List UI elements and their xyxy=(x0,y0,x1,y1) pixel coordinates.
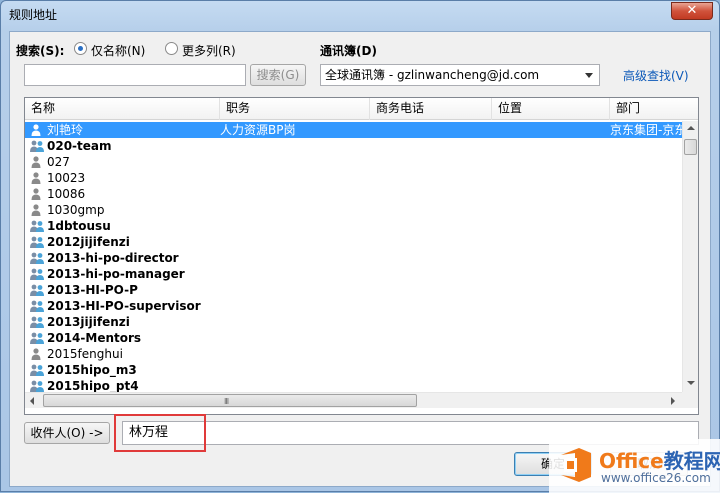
watermark-url: www.office26.com xyxy=(601,471,711,485)
list-item-name: 027 xyxy=(47,155,70,169)
rules-address-dialog: 规则地址 ✕ 搜索(S): 仅名称(N) 更多列(R) 搜索(G) 通讯簿(D)… xyxy=(0,0,720,493)
horizontal-scrollbar[interactable]: III xyxy=(25,392,682,408)
list-item[interactable]: 2013-hi-po-manager xyxy=(25,266,682,282)
watermark-brand-orange: Office xyxy=(599,449,664,473)
group-icon xyxy=(30,252,44,264)
search-label: 搜索(S): xyxy=(16,44,65,58)
list-item[interactable]: 2014-Mentors xyxy=(25,330,682,346)
horizontal-scroll-thumb[interactable]: III xyxy=(43,394,417,407)
recipient-button[interactable]: 收件人(O) -> xyxy=(24,422,110,444)
advanced-find-link[interactable]: 高级查找(V) xyxy=(623,67,689,84)
radio-name-only-label[interactable]: 仅名称(N) xyxy=(91,42,145,59)
list-item[interactable]: 2015fenghui xyxy=(25,346,682,362)
list-item-name: 2015fenghui xyxy=(47,347,123,361)
watermark-title: Office教程网 xyxy=(599,445,720,474)
group-icon xyxy=(30,220,44,232)
group-icon xyxy=(30,364,44,376)
watermark-brand-blue: 教程网 xyxy=(663,449,720,473)
user-icon xyxy=(31,348,41,360)
list-item-name: 2013-HI-PO-supervisor xyxy=(47,299,201,313)
list-item[interactable]: 2013-hi-po-director xyxy=(25,250,682,266)
list-item-name: 2014-Mentors xyxy=(47,331,142,345)
user-icon xyxy=(31,172,41,184)
watermark: Office教程网 www.office26.com xyxy=(549,439,720,493)
address-book-label: 通讯簿(D) xyxy=(320,44,377,58)
user-icon xyxy=(31,188,41,200)
user-icon xyxy=(31,156,41,168)
list-item-name: 2012jijifenzi xyxy=(47,235,130,249)
list-item[interactable]: 2015hipo_m3 xyxy=(25,362,682,378)
radio-name-only[interactable] xyxy=(74,42,87,55)
group-icon xyxy=(30,140,44,152)
list-item-name: 2015hipo_m3 xyxy=(47,363,137,377)
list-rows: 刘艳玲 人力资源BP岗 京东集团-京东 020-team 027 10023 10086 10… xyxy=(25,122,682,392)
list-item-name: 1030gmp xyxy=(47,203,105,217)
close-button[interactable]: ✕ xyxy=(671,2,713,20)
list-item-name: 1dbtousu xyxy=(47,219,111,233)
list-item-name: 2013-hi-po-director xyxy=(47,251,179,265)
column-header-name[interactable]: 名称 xyxy=(25,98,220,120)
list-item-name: 2015hipo_pt4 xyxy=(47,379,139,392)
address-book-value: 全球通讯簿 - gzlinwancheng@jd.com xyxy=(325,68,540,82)
radio-more-columns-label[interactable]: 更多列(R) xyxy=(182,42,236,59)
chevron-down-icon xyxy=(585,73,593,78)
vertical-scrollbar[interactable] xyxy=(682,121,698,392)
scroll-down-icon[interactable] xyxy=(687,381,695,385)
search-button[interactable]: 搜索(G) xyxy=(250,64,306,86)
list-item[interactable]: 1dbtousu xyxy=(25,218,682,234)
office-logo-icon xyxy=(561,448,591,482)
radio-more-columns[interactable] xyxy=(165,42,178,55)
user-icon xyxy=(31,124,41,136)
list-item[interactable]: 2013-HI-PO-P xyxy=(25,282,682,298)
column-header-title[interactable]: 职务 xyxy=(220,98,370,120)
group-icon xyxy=(30,332,44,344)
dialog-body: 搜索(S): 仅名称(N) 更多列(R) 搜索(G) 通讯簿(D) 全球通讯簿 … xyxy=(9,31,711,487)
group-icon xyxy=(30,300,44,312)
list-header: 名称 职务 商务电话 位置 部门 xyxy=(25,98,698,120)
address-list[interactable]: 名称 职务 商务电话 位置 部门 刘艳玲 人力资源BP岗 京东集团-京东 020-te… xyxy=(24,97,699,415)
list-item-name: 10086 xyxy=(47,187,86,201)
column-header-location[interactable]: 位置 xyxy=(492,98,610,120)
list-item[interactable]: 刘艳玲 人力资源BP岗 京东集团-京东 xyxy=(25,122,682,138)
list-item-name: 刘艳玲 xyxy=(47,123,84,137)
group-icon xyxy=(30,316,44,328)
list-item-name: 2013-HI-PO-P xyxy=(47,283,138,297)
vertical-scroll-thumb[interactable] xyxy=(684,139,697,155)
list-item[interactable]: 1030gmp xyxy=(25,202,682,218)
list-item[interactable]: 027 xyxy=(25,154,682,170)
list-item-title: 人力资源BP岗 xyxy=(220,123,296,137)
search-input[interactable] xyxy=(24,64,246,86)
list-item-name: 10023 xyxy=(47,171,86,185)
column-header-department[interactable]: 部门 xyxy=(610,98,698,120)
list-item[interactable]: 2012jijifenzi xyxy=(25,234,682,250)
list-item[interactable]: 2013-HI-PO-supervisor xyxy=(25,298,682,314)
window-title: 规则地址 xyxy=(9,8,58,22)
highlight-box xyxy=(114,414,206,452)
scroll-left-icon[interactable] xyxy=(30,397,34,405)
column-header-phone[interactable]: 商务电话 xyxy=(370,98,492,120)
list-item-name: 2013jijifenzi xyxy=(47,315,130,329)
user-icon xyxy=(31,204,41,216)
group-icon xyxy=(30,284,44,296)
scroll-up-icon[interactable] xyxy=(687,126,695,130)
list-item[interactable]: 2013jijifenzi xyxy=(25,314,682,330)
scrollbar-corner xyxy=(682,392,698,408)
group-icon xyxy=(30,236,44,248)
title-bar[interactable]: 规则地址 ✕ xyxy=(1,1,719,27)
list-item[interactable]: 10023 xyxy=(25,170,682,186)
list-item-name: 2013-hi-po-manager xyxy=(47,267,185,281)
scroll-right-icon[interactable] xyxy=(671,397,675,405)
address-book-select[interactable]: 全球通讯簿 - gzlinwancheng@jd.com xyxy=(320,64,600,86)
scroll-grip-icon: III xyxy=(224,397,229,406)
list-item[interactable]: 10086 xyxy=(25,186,682,202)
group-icon xyxy=(30,380,44,392)
group-icon xyxy=(30,268,44,280)
list-item[interactable]: 2015hipo_pt4 xyxy=(25,378,682,392)
list-item-department: 京东集团-京东 xyxy=(610,123,682,137)
list-item-name: 020-team xyxy=(47,139,112,153)
list-item[interactable]: 020-team xyxy=(25,138,682,154)
